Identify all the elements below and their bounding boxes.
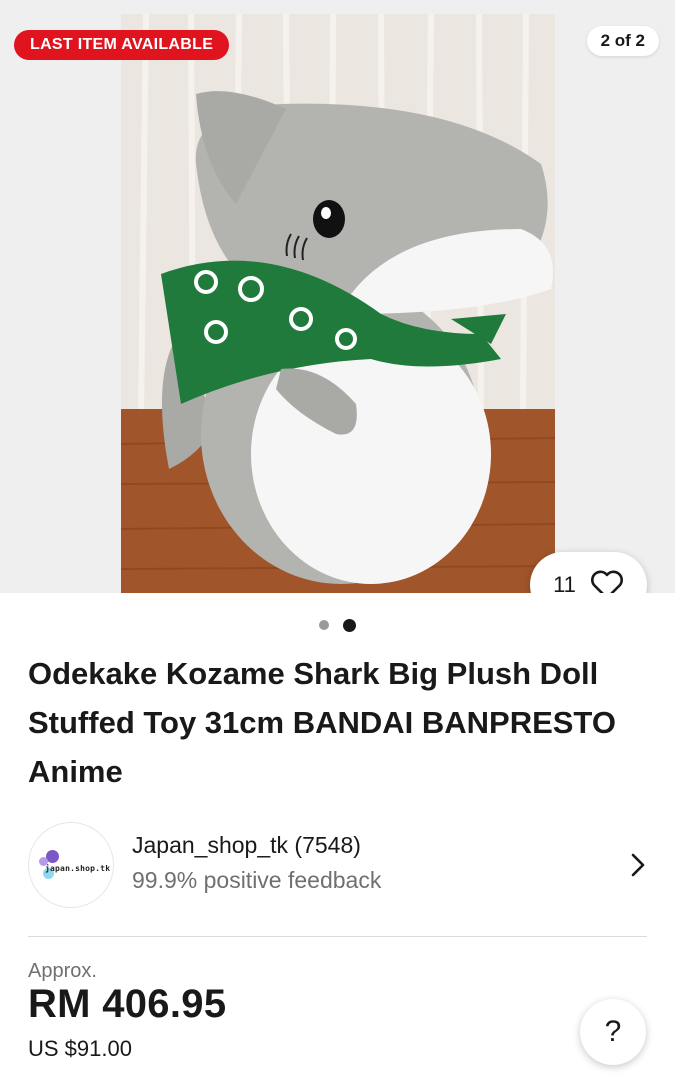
help-icon[interactable]: ? <box>580 999 646 1065</box>
seller-avatar[interactable]: japan.shop.tk <box>28 822 114 908</box>
divider <box>28 936 647 937</box>
price-secondary: US $91.00 <box>28 1036 132 1061</box>
image-counter: 2 of 2 <box>586 26 659 56</box>
seller-card[interactable]: japan.shop.tk Japan_shop_tk (7548) 99.9%… <box>28 822 648 908</box>
gallery-pager <box>0 618 675 632</box>
last-item-badge: LAST ITEM AVAILABLE <box>14 30 230 60</box>
heart-icon <box>590 570 624 593</box>
seller-logo-text: japan.shop.tk <box>45 864 111 873</box>
listing-title: Odekake Kozame Shark Big Plush Doll Stuf… <box>28 656 616 789</box>
price-primary: RM 406.95 <box>28 982 227 1026</box>
image-gallery[interactable]: LAST ITEM AVAILABLE 2 of 2 11 <box>0 0 675 593</box>
chevron-right-icon[interactable] <box>630 852 646 883</box>
seller-name[interactable]: Japan_shop_tk (7548) <box>132 832 361 859</box>
pager-dot[interactable] <box>319 620 329 630</box>
watch-count: 11 <box>553 572 576 593</box>
product-photo[interactable] <box>121 14 555 593</box>
approx-label: Approx. <box>28 960 97 982</box>
watch-button[interactable]: 11 <box>530 552 647 593</box>
seller-feedback: 99.9% positive feedback <box>132 867 382 893</box>
shark-plush-image <box>121 14 555 593</box>
pager-dot-active[interactable] <box>343 618 356 632</box>
